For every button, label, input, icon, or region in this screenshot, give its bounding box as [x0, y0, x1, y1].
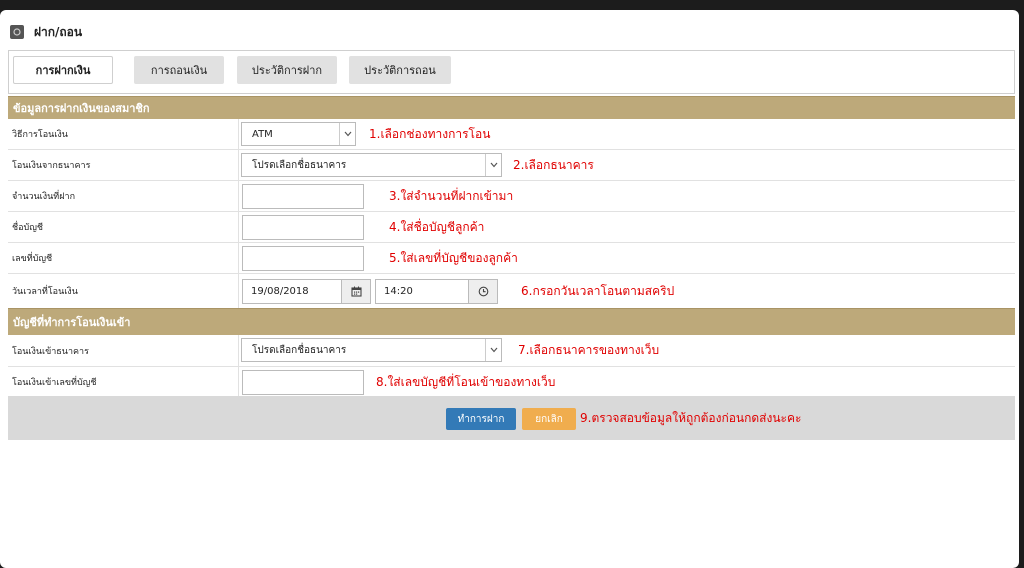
to-bank-value: โปรดเลือกชื่อธนาคาร: [252, 344, 347, 356]
from-bank-note: 2.เลือกธนาคาร: [513, 157, 594, 172]
from-bank-label: โอนเงินจากธนาคาร: [8, 150, 239, 180]
from-bank-select[interactable]: โปรดเลือกชื่อธนาคาร: [241, 153, 502, 177]
to-account-number-input[interactable]: [242, 370, 364, 395]
app-icon: [10, 25, 24, 39]
to-bank-label: โอนเงินเข้าธนาคาร: [8, 335, 239, 366]
row-from-bank: โอนเงินจากธนาคาร โปรดเลือกชื่อธนาคาร 2.เ…: [8, 150, 1015, 181]
to-bank-note: 7.เลือกธนาคารของทางเว็บ: [518, 343, 660, 357]
transfer-method-label: วิธีการโอนเงิน: [8, 119, 239, 149]
amount-label: จำนวนเงินที่ฝาก: [8, 181, 239, 211]
transfer-method-select[interactable]: ATM: [241, 122, 356, 146]
transfer-method-value: ATM: [252, 128, 273, 140]
account-number-label: เลขที่บัญชี: [8, 243, 239, 273]
cancel-button[interactable]: ยกเลิก: [522, 408, 576, 430]
row-transfer-method: วิธีการโอนเงิน ATM 1.เลือกช่องทางการโอน: [8, 119, 1015, 150]
footer-note: 9.ตรวจสอบข้อมูลให้ถูกต้องก่อนกดส่งนะคะ: [580, 410, 802, 425]
tab-withdraw[interactable]: การถอนเงิน: [134, 56, 224, 84]
chevron-down-icon: [485, 154, 501, 176]
row-account-name: ชื่อบัญชี 4.ใส่ชื่อบัญชีลูกค้า: [8, 212, 1015, 243]
clock-icon[interactable]: [468, 279, 498, 304]
tab-deposit[interactable]: การฝากเงิน: [13, 56, 113, 84]
row-amount: จำนวนเงินที่ฝาก 3.ใส่จำนวนที่ฝากเข้ามา: [8, 181, 1015, 212]
amount-note: 3.ใส่จำนวนที่ฝากเข้ามา: [389, 188, 514, 203]
calendar-icon[interactable]: [341, 279, 371, 304]
section-deposit-target-header: บัญชีที่ทำการโอนเงินเข้า: [8, 308, 1015, 335]
page-title: ฝาก/ถอน: [34, 24, 83, 39]
panel-title: ฝาก/ถอน: [10, 22, 82, 42]
transfer-datetime-label: วันเวลาที่โอนเงิน: [8, 274, 239, 308]
tab-withdraw-history[interactable]: ประวัติการถอน: [349, 56, 451, 84]
form-footer: ทำการฝาก ยกเลิก 9.ตรวจสอบข้อมูลให้ถูกต้อ…: [8, 396, 1015, 440]
transfer-method-note: 1.เลือกช่องทางการโอน: [369, 126, 491, 141]
row-transfer-datetime: วันเวลาที่โอนเงิน 19/08/2018 14:20 6.กรอ…: [8, 274, 1015, 308]
amount-input[interactable]: [242, 184, 364, 209]
to-account-number-note: 8.ใส่เลขบัญชีที่โอนเข้าของทางเว็บ: [376, 374, 556, 389]
account-number-note: 5.ใส่เลขที่บัญชีของลูกค้า: [389, 250, 518, 265]
row-to-account-number: โอนเงินเข้าเลขที่บัญชี 8.ใส่เลขบัญชีที่โ…: [8, 367, 1015, 397]
account-number-input[interactable]: [242, 246, 364, 271]
section-member-deposit-header: ข้อมูลการฝากเงินของสมาชิก: [8, 96, 1015, 119]
account-name-note: 4.ใส่ชื่อบัญชีลูกค้า: [389, 219, 485, 234]
submit-deposit-button[interactable]: ทำการฝาก: [446, 408, 516, 430]
to-account-number-label: โอนเงินเข้าเลขที่บัญชี: [8, 367, 239, 397]
to-bank-select[interactable]: โปรดเลือกชื่อธนาคาร: [241, 338, 502, 362]
transfer-time-input[interactable]: 14:20: [375, 279, 469, 304]
account-name-input[interactable]: [242, 215, 364, 240]
transfer-date-input[interactable]: 19/08/2018: [242, 279, 342, 304]
account-name-label: ชื่อบัญชี: [8, 212, 239, 242]
tab-deposit-history[interactable]: ประวัติการฝาก: [237, 56, 337, 84]
from-bank-value: โปรดเลือกชื่อธนาคาร: [252, 159, 347, 171]
row-to-bank: โอนเงินเข้าธนาคาร โปรดเลือกชื่อธนาคาร 7.…: [8, 335, 1015, 367]
tab-bar: การฝากเงิน การถอนเงิน ประวัติการฝาก ประว…: [8, 50, 1015, 94]
row-account-number: เลขที่บัญชี 5.ใส่เลขที่บัญชีของลูกค้า: [8, 243, 1015, 274]
chevron-down-icon: [485, 339, 501, 361]
transfer-datetime-note: 6.กรอกวันเวลาโอนตามสคริป: [521, 283, 675, 298]
chevron-down-icon: [339, 123, 355, 145]
